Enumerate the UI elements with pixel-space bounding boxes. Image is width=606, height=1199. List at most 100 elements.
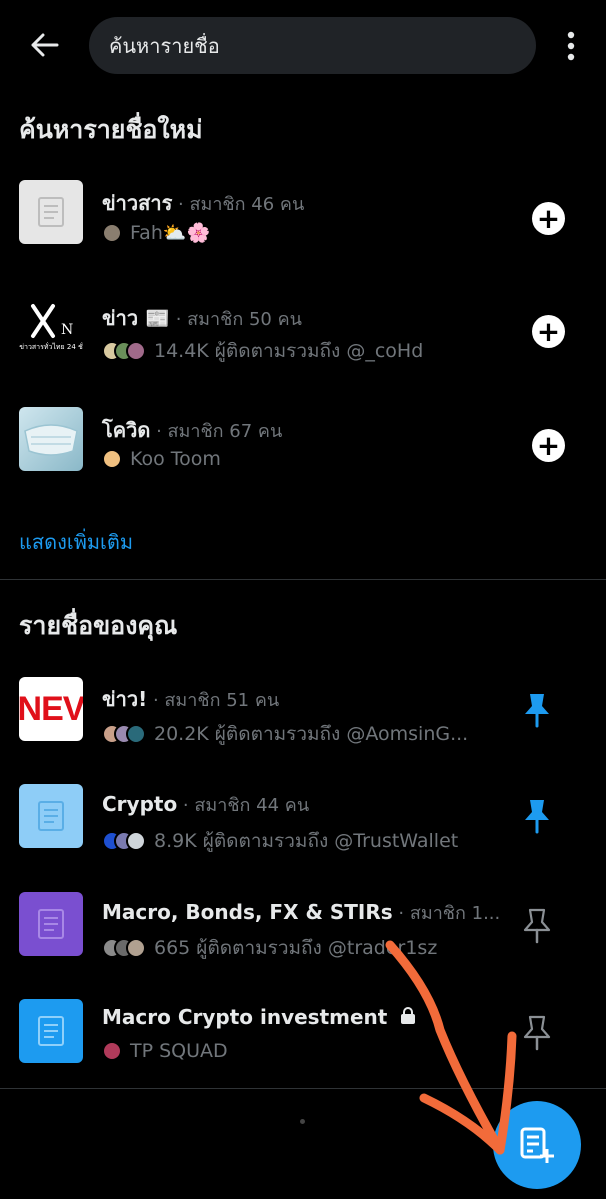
list-title: Crypto · สมาชิก 44 คน [102,790,309,819]
pin-button[interactable] [520,906,554,946]
list-followers: 14.4K ผู้ติดตามรวมถึง @_coHd [102,336,423,366]
plus-icon: + [536,314,561,348]
search-input[interactable] [107,32,511,59]
avatar [102,222,122,243]
list-subtitle: Koo Toom [130,448,221,470]
list-title: โควิด · สมาชิก 67 คน [102,414,282,446]
avatar-group [102,449,122,469]
list-title: Macro Crypto investment [102,1005,416,1029]
avatar-group [102,1041,122,1061]
list-title: Macro, Bonds, FX & STIRs · สมาชิก 1... [102,898,500,927]
avatar-group [102,831,146,851]
more-vertical-icon [567,31,575,61]
discover-section-title: ค้นหารายชื่อใหม่ [19,115,203,144]
page-indicator-dot [300,1119,305,1124]
list-item[interactable]: Crypto · สมาชิก 44 คน 8.9K ผู้ติดตามรวมถ… [0,784,606,854]
list-member-count: · สมาชิก 67 คน [150,421,283,442]
list-subtitle: Fah⛅🌸 [130,222,211,244]
list-followers: 20.2K ผู้ติดตามรวมถึง @AomsinG... [102,719,468,749]
thumbnail-text: NEV [19,689,83,728]
list-thumbnail [19,784,83,848]
search-field[interactable] [89,17,536,74]
list-doc-icon [38,909,64,939]
add-list-button[interactable]: + [532,315,565,348]
list-member-count: · สมาชิก 50 คน [170,309,302,330]
list-subtitle: TP SQUAD [130,1040,228,1062]
list-doc-icon [38,1016,64,1046]
avatar-group [102,341,146,361]
avatar [126,938,146,958]
pin-button[interactable] [520,1013,554,1053]
list-name: Crypto [102,792,178,816]
list-owner: Koo Toom [102,448,221,470]
list-item[interactable]: ข่าวสาร · สมาชิก 46 คน Fah⛅🌸 + [0,180,606,250]
list-title: ข่าว! · สมาชิก 51 คน [102,683,279,715]
back-button[interactable] [26,28,64,62]
list-thumbnail [19,999,83,1063]
new-list-icon [520,1127,554,1163]
list-doc-icon [38,197,64,227]
section-divider [0,579,606,580]
list-name: ข่าว! [102,687,148,711]
list-name: โควิด [102,418,151,442]
x-logo-icon: N [31,303,73,338]
list-thumbnail [19,180,83,244]
pin-filled-icon [525,800,549,834]
list-item[interactable]: NEV ข่าว! · สมาชิก 51 คน 20.2K ผู้ติดตาม… [0,677,606,747]
lock-icon [400,1007,415,1024]
list-subtitle: 8.9K ผู้ติดตามรวมถึง @TrustWallet [154,830,459,852]
list-followers: 8.9K ผู้ติดตามรวมถึง @TrustWallet [102,826,458,856]
add-list-button[interactable]: + [532,429,565,462]
list-owner: Fah⛅🌸 [102,221,210,244]
avatar [102,449,122,469]
list-name: ข่าวสาร [102,191,173,215]
list-doc-icon [38,801,64,831]
avatar-group [102,724,146,744]
list-item[interactable]: N ข่าวสารทั่วไทย 24 ชั่ ข่าว 📰 · สมาชิก … [0,295,606,365]
list-item[interactable]: Macro Crypto investment TP SQUAD [0,999,606,1069]
pin-filled-icon [525,694,549,728]
list-name: ข่าว 📰 [102,306,170,330]
pin-outline-icon [523,908,551,944]
list-item[interactable]: โควิด · สมาชิก 67 คน Koo Toom + [0,407,606,477]
list-subtitle: 665 ผู้ติดตามรวมถึง @trader1sz [154,937,438,959]
list-member-count: · สมาชิก 1... [392,903,501,924]
list-title: ข่าวสาร · สมาชิก 46 คน [102,187,304,219]
bottom-divider [0,1088,606,1089]
show-more-link[interactable]: แสดงเพิ่มเติม [19,526,133,558]
mask-image-icon [24,424,78,456]
plus-icon: + [536,428,561,462]
list-owner: TP SQUAD [102,1040,228,1062]
your-lists-section-title: รายชื่อของคุณ [19,611,178,640]
list-name: Macro Crypto investment [102,1005,388,1029]
list-subtitle: 14.4K ผู้ติดตามรวมถึง @_coHd [154,340,424,362]
pin-outline-icon [523,1015,551,1051]
more-options-button[interactable] [556,28,586,64]
list-thumbnail: N ข่าวสารทั่วไทย 24 ชั่ [19,295,83,359]
list-subtitle: 20.2K ผู้ติดตามรวมถึง @AomsinG... [154,723,469,745]
list-item[interactable]: Macro, Bonds, FX & STIRs · สมาชิก 1... 6… [0,892,606,962]
list-title: ข่าว 📰 · สมาชิก 50 คน [102,302,302,334]
top-bar [0,0,606,90]
avatar [126,831,146,851]
create-list-button[interactable] [493,1101,581,1189]
list-member-count: · สมาชิก 44 คน [177,795,310,816]
avatar [126,724,146,744]
avatar [126,341,146,361]
avatar [102,1041,122,1061]
plus-icon: + [536,201,561,235]
add-list-button[interactable]: + [532,202,565,235]
arrow-left-icon [31,33,59,57]
pin-button[interactable] [520,690,554,730]
avatar-group [102,938,146,958]
pin-button[interactable] [520,796,554,836]
thumbnail-caption: ข่าวสารทั่วไทย 24 ชั่ [19,342,83,351]
list-thumbnail [19,892,83,956]
list-member-count: · สมาชิก 51 คน [147,690,280,711]
avatar-group [102,222,122,243]
list-name: Macro, Bonds, FX & STIRs [102,900,393,924]
list-thumbnail [19,407,83,471]
list-member-count: · สมาชิก 46 คน [172,194,305,215]
list-followers: 665 ผู้ติดตามรวมถึง @trader1sz [102,933,437,963]
list-thumbnail: NEV [19,677,83,741]
